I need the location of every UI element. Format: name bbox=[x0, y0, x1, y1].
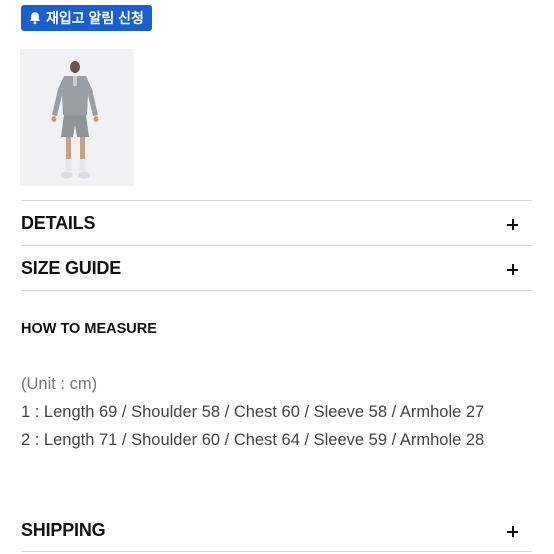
unit-label: (Unit : cm) bbox=[21, 375, 98, 393]
divider bbox=[21, 245, 532, 246]
divider bbox=[21, 200, 532, 201]
bell-icon bbox=[30, 12, 40, 25]
divider bbox=[21, 551, 532, 552]
size-row-1: 1 : Length 69 / Shoulder 58 / Chest 60 /… bbox=[21, 403, 485, 421]
expand-details-plus-icon[interactable] bbox=[507, 219, 518, 230]
accordion-shipping-title[interactable]: SHIPPING bbox=[21, 520, 106, 541]
expand-shipping-plus-icon[interactable] bbox=[507, 526, 518, 537]
restock-alert-button[interactable]: 재입고 알림 신청 bbox=[21, 5, 152, 31]
restock-button-label: 재입고 알림 신청 bbox=[46, 10, 144, 26]
expand-size-guide-plus-icon[interactable] bbox=[507, 264, 518, 275]
divider bbox=[21, 290, 532, 291]
product-thumbnail[interactable] bbox=[20, 49, 134, 186]
accordion-size-guide-title[interactable]: SIZE GUIDE bbox=[21, 258, 121, 279]
accordion-details-title[interactable]: DETAILS bbox=[21, 213, 95, 234]
how-to-measure-heading: HOW TO MEASURE bbox=[21, 321, 157, 337]
size-row-2: 2 : Length 71 / Shoulder 60 / Chest 64 /… bbox=[21, 431, 485, 449]
model-figure-image bbox=[20, 49, 134, 186]
